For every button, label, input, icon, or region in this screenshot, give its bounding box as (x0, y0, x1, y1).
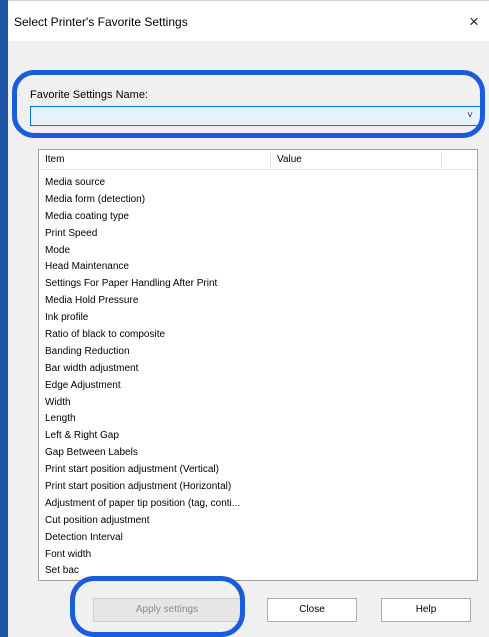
title-bar: Select Printer's Favorite Settings × (8, 1, 489, 41)
table-row[interactable]: Length (45, 410, 275, 427)
table-row[interactable]: Bar width adjustment (45, 360, 275, 377)
table-row[interactable]: Media coating type (45, 208, 275, 225)
table-row[interactable]: Detection Interval (45, 529, 275, 546)
apply-settings-button[interactable]: Apply settings (93, 598, 241, 622)
table-row[interactable]: Mode (45, 242, 275, 259)
table-row[interactable]: Media source (45, 174, 275, 191)
table-row[interactable]: Ink profile (45, 309, 275, 326)
column-header-item[interactable]: Item (45, 154, 64, 165)
table-row[interactable]: Head Maintenance (45, 258, 275, 275)
close-button[interactable]: Close (267, 598, 357, 622)
table-row[interactable]: Cut position adjustment (45, 512, 275, 529)
table-row[interactable]: Adjustment of paper tip position (tag, c… (45, 495, 275, 512)
table-row[interactable]: Media Hold Pressure (45, 292, 275, 309)
table-row[interactable]: Edge Adjustment (45, 377, 275, 394)
settings-table[interactable]: Item Value Media source Media form (dete… (38, 149, 478, 581)
favorite-settings-dialog: Select Printer's Favorite Settings × Fav… (8, 0, 489, 637)
dialog-title: Select Printer's Favorite Settings (14, 15, 188, 29)
favorite-settings-name-label: Favorite Settings Name: (30, 89, 148, 101)
page: Select Printer's Favorite Settings × Fav… (0, 0, 489, 637)
table-row[interactable]: Set bac (45, 562, 275, 579)
table-header: Item Value (39, 150, 477, 170)
column-divider[interactable] (270, 152, 271, 168)
column-divider[interactable] (441, 152, 442, 168)
table-row[interactable]: Width (45, 394, 275, 411)
chevron-down-icon[interactable]: ˅ (464, 109, 476, 123)
table-row[interactable]: Left & Right Gap (45, 427, 275, 444)
table-row[interactable]: Print start position adjustment (Vertica… (45, 461, 275, 478)
table-rows: Media source Media form (detection) Medi… (45, 174, 275, 579)
table-row[interactable]: Settings For Paper Handling After Print (45, 275, 275, 292)
table-row[interactable]: Ratio of black to composite (45, 326, 275, 343)
table-row[interactable]: Banding Reduction (45, 343, 275, 360)
table-row[interactable]: Print start position adjustment (Horizon… (45, 478, 275, 495)
table-row[interactable]: Media form (detection) (45, 191, 275, 208)
background-window-edge (0, 0, 8, 637)
table-row[interactable]: Font width (45, 546, 275, 563)
close-icon[interactable]: × (463, 11, 485, 33)
help-button[interactable]: Help (381, 598, 471, 622)
table-row[interactable]: Gap Between Labels (45, 444, 275, 461)
table-row[interactable]: Print Speed (45, 225, 275, 242)
column-header-value[interactable]: Value (277, 154, 302, 165)
favorite-settings-name-combobox[interactable]: ˅ (30, 106, 481, 126)
